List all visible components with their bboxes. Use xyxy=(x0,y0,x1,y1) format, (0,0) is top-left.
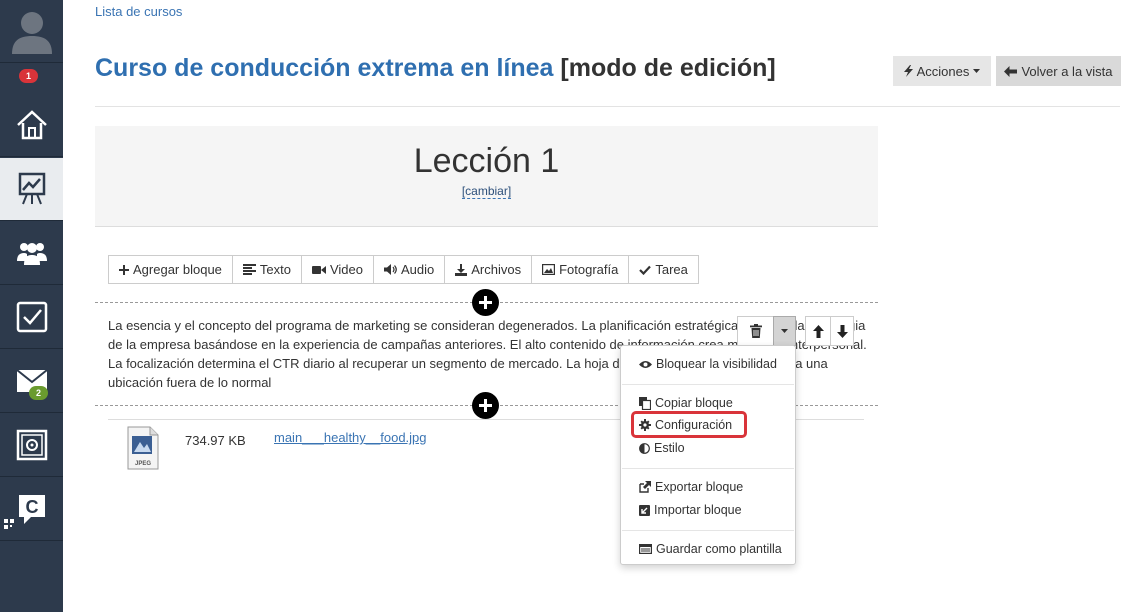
back-label: Volver a la vista xyxy=(1021,63,1113,79)
text-label: Texto xyxy=(259,262,291,277)
move-block-down-button[interactable] xyxy=(830,316,854,346)
eye-icon xyxy=(639,360,652,368)
user-avatar[interactable] xyxy=(0,0,63,63)
checkbox-icon xyxy=(16,301,47,333)
edit-mode-label: [modo de edición] xyxy=(560,54,776,82)
delete-block-button[interactable] xyxy=(737,316,774,346)
files-block-button[interactable]: Archivos xyxy=(445,256,533,283)
back-to-view-button[interactable]: Volver a la vista xyxy=(996,56,1121,86)
task-label: Tarea xyxy=(655,262,688,277)
plus-icon xyxy=(479,296,492,309)
block-options-menu: Bloquear la visibilidad Copiar bloque Co… xyxy=(620,345,796,565)
block-menu-toggle[interactable] xyxy=(773,316,796,346)
sidebar: 1 2 C xyxy=(0,0,63,612)
align-left-icon xyxy=(242,264,256,275)
arrow-up-icon xyxy=(812,324,824,338)
menu-item-label: Exportar bloque xyxy=(655,480,744,494)
download-icon xyxy=(455,263,468,276)
plus-icon xyxy=(119,264,129,275)
sidebar-item-courses[interactable] xyxy=(0,158,63,221)
plus-icon xyxy=(479,399,492,412)
template-icon xyxy=(639,544,652,554)
home-icon xyxy=(16,110,47,140)
lesson-change-link[interactable]: [cambiar] xyxy=(461,184,512,199)
sidebar-item-brand[interactable]: C xyxy=(0,478,63,541)
sidebar-item-messages[interactable] xyxy=(0,350,63,413)
arrow-down-icon xyxy=(836,324,848,338)
task-block-button[interactable]: Tarea xyxy=(629,256,698,283)
menu-item-save-template[interactable]: Guardar como plantilla xyxy=(639,542,782,556)
header-divider xyxy=(95,106,1120,107)
menu-item-block-visibility[interactable]: Bloquear la visibilidad xyxy=(639,357,777,371)
file-size: 734.97 KB xyxy=(185,433,246,448)
video-label: Video xyxy=(329,262,363,277)
trash-icon xyxy=(749,324,762,338)
menu-item-label: Copiar bloque xyxy=(655,396,733,410)
avatar-icon xyxy=(11,12,52,54)
menu-item-label: Guardar como plantilla xyxy=(656,542,782,556)
breadcrumb[interactable]: Lista de cursos xyxy=(95,4,182,19)
video-camera-icon xyxy=(311,265,326,274)
photo-label: Fotografía xyxy=(559,262,619,277)
add-block-label: Agregar bloque xyxy=(133,262,222,277)
caret-down-icon xyxy=(973,69,981,73)
text-block-button[interactable]: Texto xyxy=(232,256,302,283)
menu-divider xyxy=(622,530,794,531)
audio-block-button[interactable]: Audio xyxy=(374,256,446,283)
svg-text:C: C xyxy=(25,497,38,517)
file-link[interactable]: main___healthy__food.jpg xyxy=(274,430,427,445)
sidebar-item-home[interactable] xyxy=(0,94,63,157)
sidebar-item-vault[interactable] xyxy=(0,414,63,477)
brand-logo-icon: C xyxy=(18,495,45,524)
course-title: Curso de conducción extrema en línea xyxy=(95,54,554,82)
caret-down-icon xyxy=(781,329,788,333)
add-block-button[interactable]: Agregar bloque xyxy=(109,256,233,283)
checkmark-icon xyxy=(639,265,652,275)
settings-highlight-annotation xyxy=(631,411,747,438)
sidebar-item-users[interactable] xyxy=(0,222,63,285)
lesson-change: [cambiar] xyxy=(95,184,878,199)
actions-button[interactable]: Acciones xyxy=(893,56,991,86)
qr-code-icon[interactable] xyxy=(4,519,14,529)
files-label: Archivos xyxy=(471,262,522,277)
notifications-badge[interactable]: 1 xyxy=(19,69,39,83)
lesson-header: Lección 1 [cambiar] xyxy=(95,126,878,227)
bolt-icon xyxy=(903,65,913,77)
lesson-title: Lección 1 xyxy=(413,142,560,180)
insert-block-below-button[interactable] xyxy=(472,392,499,419)
menu-divider xyxy=(622,468,794,469)
photo-block-button[interactable]: Fotografía xyxy=(532,256,630,283)
menu-item-label: Importar bloque xyxy=(654,503,742,517)
users-icon xyxy=(16,243,47,265)
picture-icon xyxy=(542,264,556,275)
move-block-up-button[interactable] xyxy=(805,316,831,346)
copy-icon xyxy=(639,396,651,410)
messages-badge[interactable]: 2 xyxy=(29,386,49,400)
arrow-left-icon xyxy=(1004,65,1018,77)
block-toolbar: Agregar bloque Texto Video Audio Archivo… xyxy=(108,255,699,284)
menu-item-import-block[interactable]: Importar bloque xyxy=(639,503,742,517)
presentation-chart-icon xyxy=(18,172,45,205)
svg-text:JPEG: JPEG xyxy=(135,461,151,467)
page-title: Curso de conducción extrema en línea [mo… xyxy=(95,54,776,83)
menu-divider xyxy=(622,384,794,385)
jpeg-file-icon: JPEG xyxy=(127,426,159,470)
menu-item-label: Bloquear la visibilidad xyxy=(656,357,777,371)
safe-icon xyxy=(16,429,47,461)
volume-icon xyxy=(384,264,397,275)
insert-block-above-button[interactable] xyxy=(472,289,499,316)
import-icon xyxy=(639,504,650,516)
menu-item-copy-block[interactable]: Copiar bloque xyxy=(639,396,733,410)
menu-item-label: Estilo xyxy=(654,441,685,455)
sidebar-item-tasks[interactable] xyxy=(0,286,63,349)
menu-item-export-block[interactable]: Exportar bloque xyxy=(639,480,743,494)
audio-label: Audio xyxy=(401,262,435,277)
video-block-button[interactable]: Video xyxy=(301,256,374,283)
contrast-icon xyxy=(639,442,650,454)
external-link-icon xyxy=(639,481,651,493)
menu-item-style[interactable]: Estilo xyxy=(639,441,685,455)
actions-label: Acciones xyxy=(916,63,970,79)
